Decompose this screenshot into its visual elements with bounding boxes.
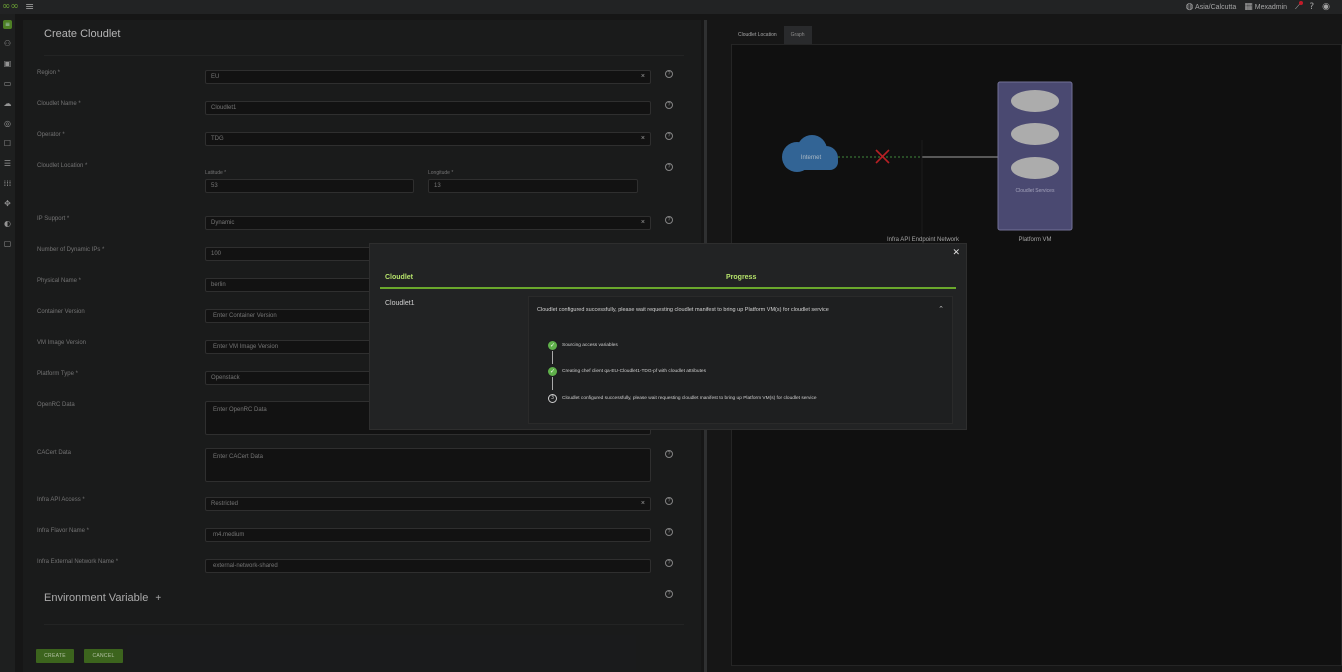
- close-icon[interactable]: ✕: [952, 248, 960, 258]
- cloudlet-column-header: Cloudlet: [385, 274, 413, 281]
- check-icon: ✓: [548, 367, 557, 376]
- header-underline: [380, 287, 956, 289]
- step-text: Sourcing access variables: [562, 343, 618, 348]
- step-connector: [552, 377, 553, 390]
- step-text: Creating chef client qa-EU-Cloudlet1-TDG…: [562, 369, 706, 374]
- cloudlet-name-cell: Cloudlet1: [385, 300, 415, 307]
- progress-panel: Cloudlet configured successfully, please…: [528, 296, 953, 424]
- step-connector: [552, 351, 553, 364]
- progress-column-header: Progress: [726, 274, 757, 281]
- chevron-up-icon[interactable]: ⌃: [938, 305, 944, 313]
- check-icon: ✓: [548, 341, 557, 350]
- progress-modal: ✕ Cloudlet Progress Cloudlet1 Cloudlet c…: [369, 243, 967, 430]
- progress-header: Cloudlet configured successfully, please…: [537, 307, 829, 313]
- step-text: Cloudlet configured successfully, please…: [562, 396, 817, 401]
- spinner-icon: 3: [548, 394, 557, 403]
